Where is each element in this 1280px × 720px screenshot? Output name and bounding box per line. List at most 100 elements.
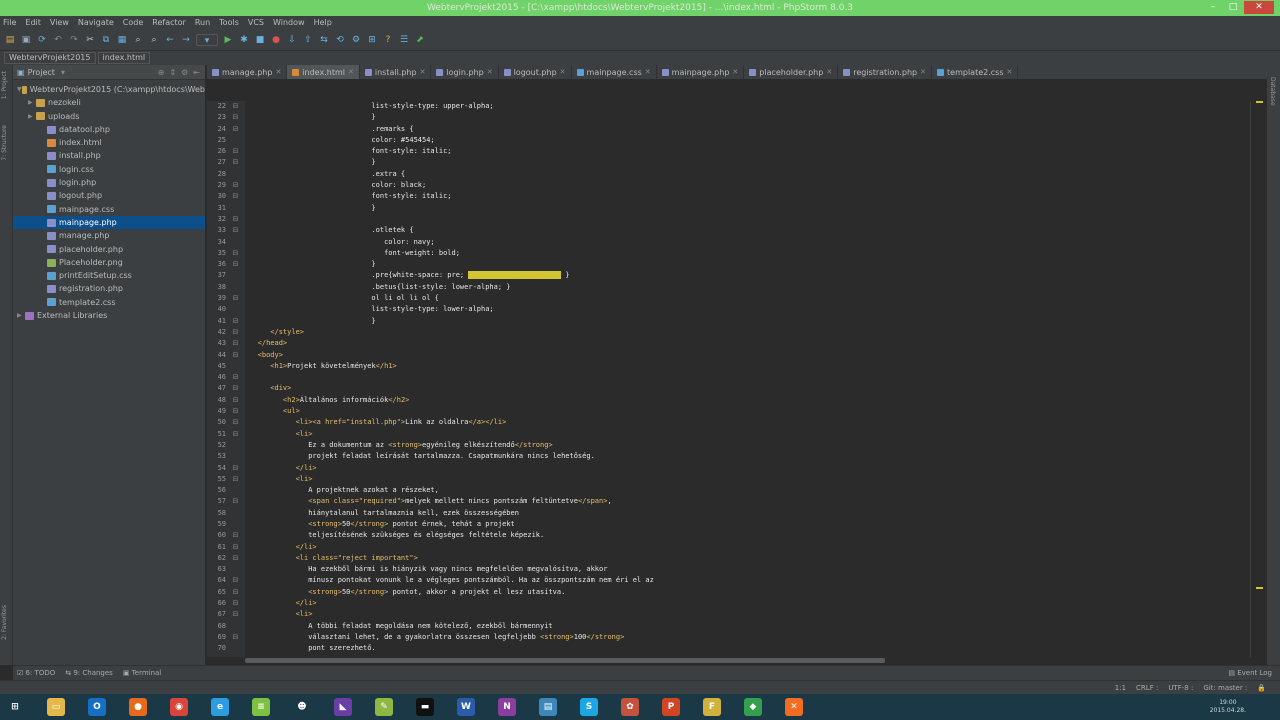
- code-line[interactable]: ol li ol li ol {: [245, 293, 1252, 304]
- sync-icon[interactable]: ⟳: [36, 34, 48, 46]
- taskbar-app[interactable]: e: [205, 695, 235, 719]
- taskbar-app[interactable]: ◉: [164, 695, 194, 719]
- tree-item[interactable]: index.html: [13, 136, 205, 149]
- code-line[interactable]: .otletek {: [245, 225, 1252, 236]
- vcs-commit-icon[interactable]: ⇧: [302, 34, 314, 46]
- line-number[interactable]: 51: [207, 429, 226, 440]
- expand-arrow-icon[interactable]: ▶: [28, 96, 36, 109]
- fold-marker-icon[interactable]: [226, 270, 245, 281]
- save-all-icon[interactable]: ▣: [20, 34, 32, 46]
- code-line[interactable]: color: navy;: [245, 237, 1252, 248]
- fold-marker-icon[interactable]: ⊟: [226, 259, 245, 270]
- code-line[interactable]: color: black;: [245, 180, 1252, 191]
- taskbar-app[interactable]: ≡: [246, 695, 276, 719]
- code-line[interactable]: </head>: [245, 338, 1252, 349]
- taskbar-app[interactable]: ●: [123, 695, 153, 719]
- tree-item[interactable]: manage.php: [13, 229, 205, 242]
- expand-arrow-icon[interactable]: ▶: [17, 309, 25, 322]
- code-line[interactable]: hiánytalanul tartalmaznia kell, ezek öss…: [245, 508, 1252, 519]
- fold-marker-icon[interactable]: ⊟: [226, 157, 245, 168]
- fold-marker-icon[interactable]: ⊟: [226, 530, 245, 541]
- taskbar-app[interactable]: ▬: [410, 695, 440, 719]
- fold-marker-icon[interactable]: [226, 621, 245, 632]
- line-number[interactable]: 22: [207, 101, 226, 112]
- menu-edit[interactable]: Edit: [25, 18, 41, 27]
- tree-item[interactable]: ▶ uploads: [13, 110, 205, 123]
- close-tab-icon[interactable]: ✕: [645, 68, 651, 76]
- code-line[interactable]: <span class="required">melyek mellett ni…: [245, 496, 1252, 507]
- code-line[interactable]: <li>: [245, 429, 1252, 440]
- code-line[interactable]: <h2>Általános információk</h2>: [245, 395, 1252, 406]
- line-number[interactable]: 25: [207, 135, 226, 146]
- taskbar-app[interactable]: S: [574, 695, 604, 719]
- close-tab-icon[interactable]: ✕: [920, 68, 926, 76]
- gear-icon[interactable]: ⚙: [181, 68, 188, 77]
- breadcrumb-file[interactable]: index.html: [97, 52, 151, 64]
- fold-marker-icon[interactable]: ⊟: [226, 293, 245, 304]
- tree-item[interactable]: printEditSetup.css: [13, 269, 205, 282]
- editor-tab[interactable]: logout.php ✕: [499, 65, 572, 79]
- code-line[interactable]: <li class="reject important">: [245, 553, 1252, 564]
- line-number[interactable]: 35: [207, 248, 226, 259]
- line-number[interactable]: 55: [207, 474, 226, 485]
- code-line[interactable]: .extra {: [245, 169, 1252, 180]
- line-number[interactable]: 67: [207, 609, 226, 620]
- code-line[interactable]: font-style: italic;: [245, 191, 1252, 202]
- code-line[interactable]: Ha ezekből bármi is hiányzik vagy nincs …: [245, 564, 1252, 575]
- phing-icon[interactable]: ⬈: [414, 34, 426, 46]
- fold-marker-icon[interactable]: [226, 169, 245, 180]
- back-icon[interactable]: ←: [164, 34, 176, 46]
- redo-icon[interactable]: ↷: [68, 34, 80, 46]
- menu-window[interactable]: Window: [273, 18, 305, 27]
- line-number[interactable]: 34: [207, 237, 226, 248]
- line-number[interactable]: 58: [207, 508, 226, 519]
- tree-item[interactable]: Placeholder.png: [13, 256, 205, 269]
- fold-marker-icon[interactable]: ⊟: [226, 406, 245, 417]
- line-number[interactable]: 42: [207, 327, 226, 338]
- code-line[interactable]: list-style-type: upper-alpha;: [245, 101, 1252, 112]
- menu-tools[interactable]: Tools: [219, 18, 239, 27]
- line-number[interactable]: 48: [207, 395, 226, 406]
- expand-arrow-icon[interactable]: ▶: [28, 110, 36, 123]
- editor-tab[interactable]: index.html ✕: [287, 65, 360, 79]
- taskbar-app[interactable]: ◣: [328, 695, 358, 719]
- line-separator[interactable]: CRLF :: [1136, 684, 1158, 692]
- taskbar-app[interactable]: F: [697, 695, 727, 719]
- editor-tab[interactable]: registration.php ✕: [838, 65, 933, 79]
- taskbar-app[interactable]: ✎: [369, 695, 399, 719]
- code-line[interactable]: font-style: italic;: [245, 146, 1252, 157]
- tree-item[interactable]: datatool.php: [13, 123, 205, 136]
- code-line[interactable]: teljesítésének szükséges és elégséges fe…: [245, 530, 1252, 541]
- code-line[interactable]: color: #545454;: [245, 135, 1252, 146]
- code-line[interactable]: .remarks {: [245, 124, 1252, 135]
- editor-tab[interactable]: template2.css ✕: [932, 65, 1019, 79]
- line-number[interactable]: 64: [207, 575, 226, 586]
- fold-marker-icon[interactable]: ⊟: [226, 429, 245, 440]
- breadcrumb-project[interactable]: WebtervProjekt2015: [4, 52, 96, 64]
- lock-icon[interactable]: 🔒: [1257, 684, 1266, 692]
- code-line[interactable]: <h1>Projekt követelmények</h1>: [245, 361, 1252, 372]
- code-line[interactable]: mínusz pontokat vonunk le a végleges pon…: [245, 575, 1252, 586]
- taskbar-app[interactable]: ◆: [738, 695, 768, 719]
- editor-tab[interactable]: mainpage.php ✕: [657, 65, 745, 79]
- line-number[interactable]: 61: [207, 542, 226, 553]
- taskbar-app[interactable]: ▤: [533, 695, 563, 719]
- fold-marker-icon[interactable]: ⊟: [226, 338, 245, 349]
- menu-refactor[interactable]: Refactor: [152, 18, 186, 27]
- code-line[interactable]: <li><a href="install.php">Link az oldalr…: [245, 417, 1252, 428]
- line-number[interactable]: 53: [207, 451, 226, 462]
- menu-help[interactable]: Help: [314, 18, 332, 27]
- maximize-button[interactable]: □: [1224, 1, 1242, 14]
- taskbar-app[interactable]: ✿: [615, 695, 645, 719]
- code-line[interactable]: .pre{white-space: pre; font-family: mono…: [245, 270, 1252, 281]
- changes-tool-tab[interactable]: ⇆ 9: Changes: [65, 669, 113, 677]
- line-number[interactable]: 62: [207, 553, 226, 564]
- taskbar-app[interactable]: ✕: [779, 695, 809, 719]
- line-number[interactable]: 47: [207, 383, 226, 394]
- line-number[interactable]: 66: [207, 598, 226, 609]
- line-number[interactable]: 37: [207, 270, 226, 281]
- line-number[interactable]: 32: [207, 214, 226, 225]
- close-tab-icon[interactable]: ✕: [560, 68, 566, 76]
- record-icon[interactable]: ●: [270, 34, 282, 46]
- run-config-select[interactable]: ▾: [196, 33, 218, 46]
